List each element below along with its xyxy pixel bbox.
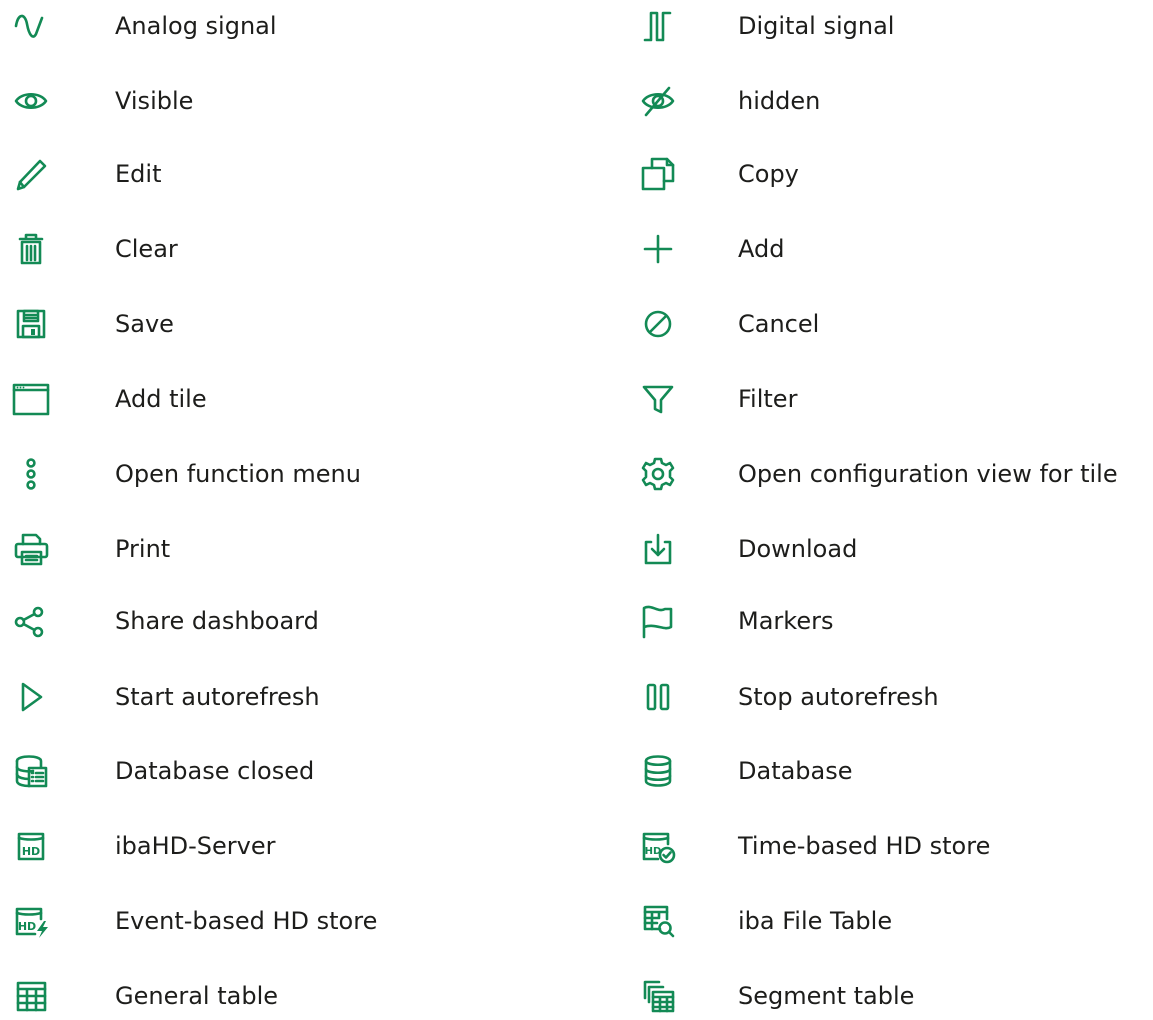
database-closed-icon: [3, 751, 59, 791]
legend-row: Copy: [625, 154, 1153, 194]
legend-row: iba File Table: [625, 901, 1153, 941]
legend-label: Open function menu: [115, 460, 361, 488]
hd-event-store-icon: HD: [3, 901, 59, 941]
legend-row: Filter: [625, 379, 1153, 419]
pause-icon: [630, 677, 686, 717]
legend-label: Time-based HD store: [738, 832, 991, 860]
legend-row: Database: [625, 751, 1153, 791]
legend-label: Analog signal: [115, 12, 277, 40]
legend-row: Start autorefresh: [0, 677, 600, 717]
legend-label: Share dashboard: [115, 607, 319, 635]
legend-label: Add tile: [115, 385, 207, 413]
legend-label: Print: [115, 535, 171, 563]
legend-row: Stop autorefresh: [625, 677, 1153, 717]
legend-label: Edit: [115, 160, 162, 188]
pencil-icon: [3, 154, 59, 194]
icon-legend: Analog signal Visible Edit Clear Save Ad…: [0, 0, 1153, 1020]
printer-icon: [3, 529, 59, 569]
legend-label: Save: [115, 310, 174, 338]
legend-row: Share dashboard: [0, 601, 600, 641]
legend-label: Markers: [738, 607, 834, 635]
gear-icon: [630, 454, 686, 494]
legend-row: Add tile: [0, 379, 600, 419]
legend-row: Segment table: [625, 976, 1153, 1016]
analog-signal-icon: [3, 6, 59, 46]
vertical-dots-icon: [3, 454, 59, 494]
hd-event-text: HD: [18, 920, 36, 933]
play-icon: [3, 677, 59, 717]
floppy-disk-icon: [3, 304, 59, 344]
legend-row: Digital signal: [625, 6, 1153, 46]
legend-label: Event-based HD store: [115, 907, 378, 935]
legend-label: Stop autorefresh: [738, 683, 939, 711]
legend-label: Start autorefresh: [115, 683, 320, 711]
window-icon: [3, 379, 59, 419]
copy-icon: [630, 154, 686, 194]
plus-icon: [630, 229, 686, 269]
legend-row: Cancel: [625, 304, 1153, 344]
legend-row: Markers: [625, 601, 1153, 641]
legend-label: Add: [738, 235, 785, 263]
hd-server-text: HD: [22, 845, 40, 858]
flag-icon: [630, 601, 686, 641]
legend-label: Segment table: [738, 982, 915, 1010]
legend-label: Copy: [738, 160, 799, 188]
legend-row: Print: [0, 529, 600, 569]
digital-signal-icon: [630, 6, 686, 46]
legend-row: Save: [0, 304, 600, 344]
hd-time-store-icon: HD: [630, 826, 686, 866]
trash-icon: [3, 229, 59, 269]
legend-label: General table: [115, 982, 278, 1010]
legend-row: Add: [625, 229, 1153, 269]
legend-label: Cancel: [738, 310, 820, 338]
filter-icon: [630, 379, 686, 419]
segment-table-icon: [630, 976, 686, 1016]
legend-row: Open configuration view for tile: [625, 454, 1153, 494]
legend-label: Database: [738, 757, 853, 785]
legend-label: Clear: [115, 235, 178, 263]
legend-label: Digital signal: [738, 12, 895, 40]
legend-row: General table: [0, 976, 600, 1016]
legend-row: Database closed: [0, 751, 600, 791]
legend-label: Download: [738, 535, 858, 563]
legend-row: HD ibaHD-Server: [0, 826, 600, 866]
legend-label: iba File Table: [738, 907, 893, 935]
legend-row: HD Event-based HD store: [0, 901, 600, 941]
legend-row: HD Time-based HD store: [625, 826, 1153, 866]
eye-icon: [3, 81, 59, 121]
legend-label: Open configuration view for tile: [738, 460, 1118, 488]
table-icon: [3, 976, 59, 1016]
hd-server-icon: HD: [3, 826, 59, 866]
legend-row: Visible: [0, 81, 600, 121]
legend-row: Open function menu: [0, 454, 600, 494]
legend-label: Visible: [115, 87, 194, 115]
download-icon: [630, 529, 686, 569]
legend-label: ibaHD-Server: [115, 832, 276, 860]
legend-label: Filter: [738, 385, 798, 413]
eye-slash-icon: [630, 81, 686, 121]
share-icon: [3, 601, 59, 641]
legend-row: Edit: [0, 154, 600, 194]
legend-row: Analog signal: [0, 6, 600, 46]
legend-row: Download: [625, 529, 1153, 569]
legend-row: Clear: [0, 229, 600, 269]
database-icon: [630, 751, 686, 791]
legend-row: hidden: [625, 81, 1153, 121]
cancel-icon: [630, 304, 686, 344]
legend-label: hidden: [738, 87, 821, 115]
file-table-search-icon: [630, 901, 686, 941]
legend-label: Database closed: [115, 757, 315, 785]
